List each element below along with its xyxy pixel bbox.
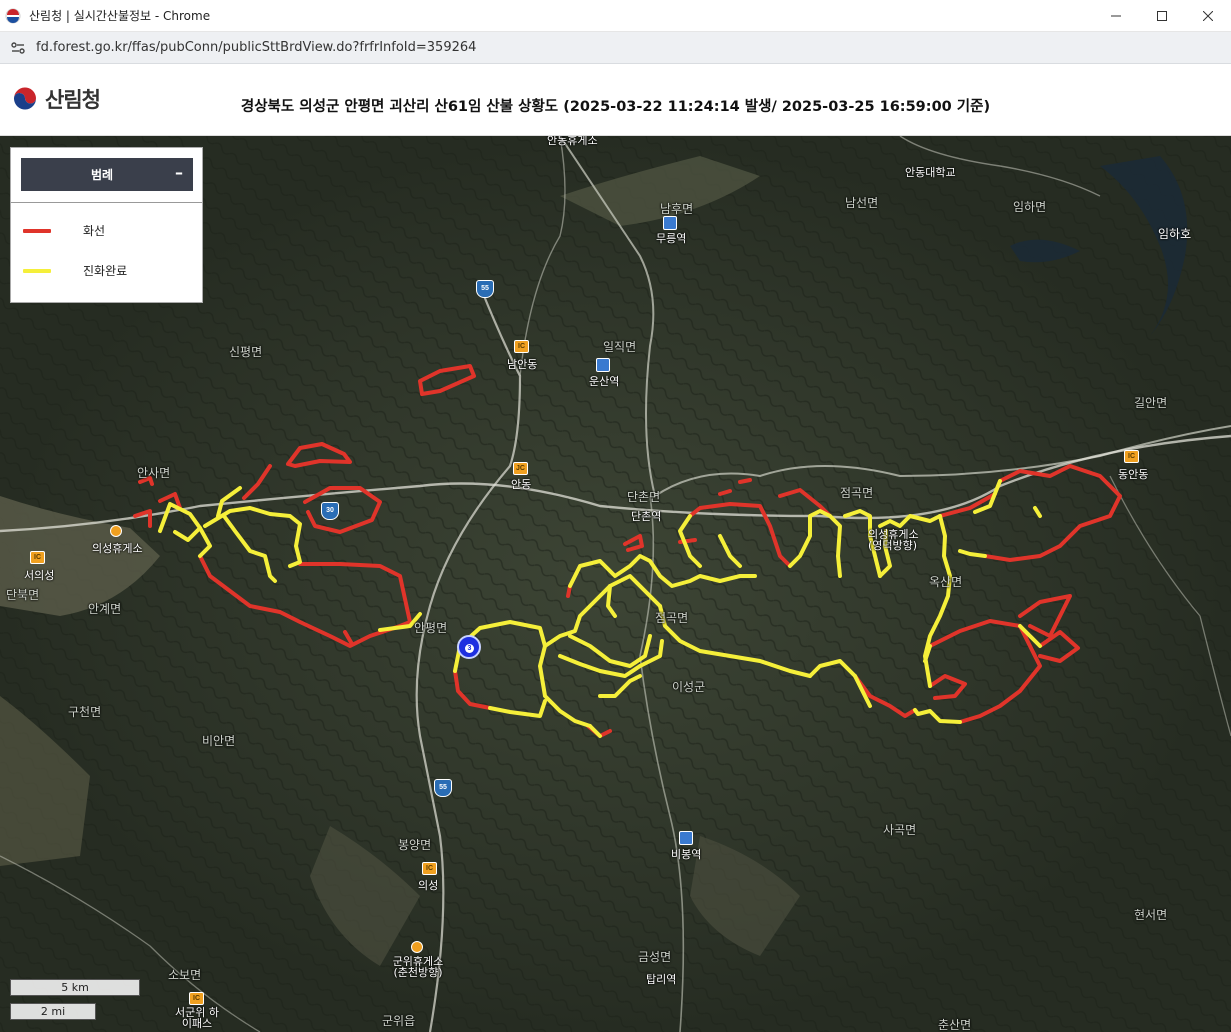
interchange-icon: IC <box>1124 450 1139 463</box>
place-label: 봉양면 <box>398 838 432 852</box>
place-label: 서군위 하이패스 <box>175 1006 219 1030</box>
minimize-icon <box>1111 15 1121 17</box>
junction-icon: JC <box>513 462 528 475</box>
place-label: 군위읍 <box>382 1014 416 1028</box>
scale-bar-mi: 2 mi <box>10 1003 96 1020</box>
expressway-shield-icon: 30 <box>321 502 339 520</box>
window-titlebar: 산림청 | 실시간산불정보 - Chrome <box>0 0 1231 32</box>
legend-panel: 범례 – 화선 진화완료 <box>10 147 203 303</box>
legend-label: 화선 <box>83 224 106 238</box>
address-bar[interactable]: fd.forest.go.kr/ffas/pubConn/publicSttBr… <box>0 32 1231 64</box>
interchange-icon: IC <box>514 340 529 353</box>
place-label: 춘산면 <box>938 1018 972 1032</box>
place-label: 안사면 <box>137 466 171 480</box>
place-label: 남후면 <box>660 202 694 216</box>
scale-bar-km: 5 km <box>10 979 140 996</box>
page-header: 산림청 경상북도 의성군 안평면 괴산리 산61임 산불 상황도 (2025-0… <box>0 64 1231 136</box>
place-label: 신평면 <box>229 345 263 359</box>
fire-origin-icon[interactable]: 3 <box>457 635 481 659</box>
interchange-icon: IC <box>422 862 437 875</box>
place-label: 무릉역 <box>656 232 687 245</box>
legend-item-extinguished: 진화완료 <box>23 262 127 279</box>
place-label: 안평면 <box>414 621 448 635</box>
legend-swatch-yellow <box>23 268 51 273</box>
place-label: 의성휴게소 <box>92 542 143 555</box>
place-label: 비안면 <box>202 734 236 748</box>
page-title: 경상북도 의성군 안평면 괴산리 산61임 산불 상황도 (2025-03-22… <box>240 99 991 115</box>
place-label: 금성면 <box>638 950 672 964</box>
place-label: 임하호 <box>1158 227 1192 241</box>
site-favicon-icon <box>5 8 21 23</box>
close-icon <box>1203 11 1213 21</box>
place-label: 운산역 <box>589 375 620 388</box>
legend-header[interactable]: 범례 – <box>21 158 193 191</box>
place-label: 비봉역 <box>671 848 702 861</box>
expressway-shield-icon: 55 <box>476 280 494 298</box>
maximize-icon <box>1157 11 1167 21</box>
station-icon <box>596 358 610 372</box>
place-label: 안동 <box>511 478 532 491</box>
station-icon <box>679 831 693 845</box>
place-label: 이성군 <box>672 680 706 694</box>
interchange-icon: IC <box>189 992 204 1005</box>
window-title: 산림청 | 실시간산불정보 - Chrome <box>29 9 211 23</box>
place-label: 임하면 <box>1013 200 1047 214</box>
place-label: 남선면 <box>845 196 879 210</box>
place-label: 동안동 <box>1118 468 1149 481</box>
legend-item-fire-line: 화선 <box>23 222 105 239</box>
rest-stop-icon <box>110 525 122 537</box>
place-label: 군위휴게소 (춘천방향) <box>392 955 444 979</box>
legend-title: 범례 <box>90 168 114 182</box>
place-label: 현서면 <box>1134 908 1168 922</box>
url-text[interactable]: fd.forest.go.kr/ffas/pubConn/publicSttBr… <box>36 40 476 55</box>
interchange-icon: IC <box>30 551 45 564</box>
place-label: 단촌면 <box>627 490 661 504</box>
place-label: 단북면 <box>6 588 40 602</box>
rest-stop-icon <box>411 941 423 953</box>
place-label: 안동휴게소 <box>547 136 598 147</box>
close-button[interactable] <box>1185 0 1231 32</box>
place-label: 구천면 <box>68 705 102 719</box>
expressway-shield-icon: 55 <box>434 779 452 797</box>
place-label: 점곡면 <box>840 486 874 500</box>
place-label: 탑리역 <box>646 973 677 986</box>
place-label: 의성 <box>418 879 439 892</box>
legend-label: 진화완료 <box>83 264 128 278</box>
site-info-icon[interactable] <box>10 40 26 56</box>
place-label: 옥산면 <box>929 575 963 589</box>
collapse-icon[interactable]: – <box>175 163 183 182</box>
place-label: 남안동 <box>507 358 538 371</box>
place-label: 사곡면 <box>883 823 917 837</box>
place-label: 서의성 <box>24 569 55 582</box>
place-label: 안동대학교 <box>905 166 956 179</box>
place-label: 길안면 <box>1134 396 1168 410</box>
place-label: 점곡면 <box>655 611 689 625</box>
legend-swatch-red <box>23 228 51 233</box>
place-label: 일직면 <box>603 340 637 354</box>
station-icon <box>663 216 677 230</box>
place-label: 의성휴게소 (영덕방향) <box>868 528 919 552</box>
legend-divider <box>11 202 202 203</box>
fire-origin-label: 3 <box>465 644 474 653</box>
place-label: 소보면 <box>168 968 202 982</box>
place-label: 단촌역 <box>631 510 662 523</box>
place-label: 안계면 <box>88 602 122 616</box>
maximize-button[interactable] <box>1139 0 1185 32</box>
minimize-button[interactable] <box>1093 0 1139 32</box>
